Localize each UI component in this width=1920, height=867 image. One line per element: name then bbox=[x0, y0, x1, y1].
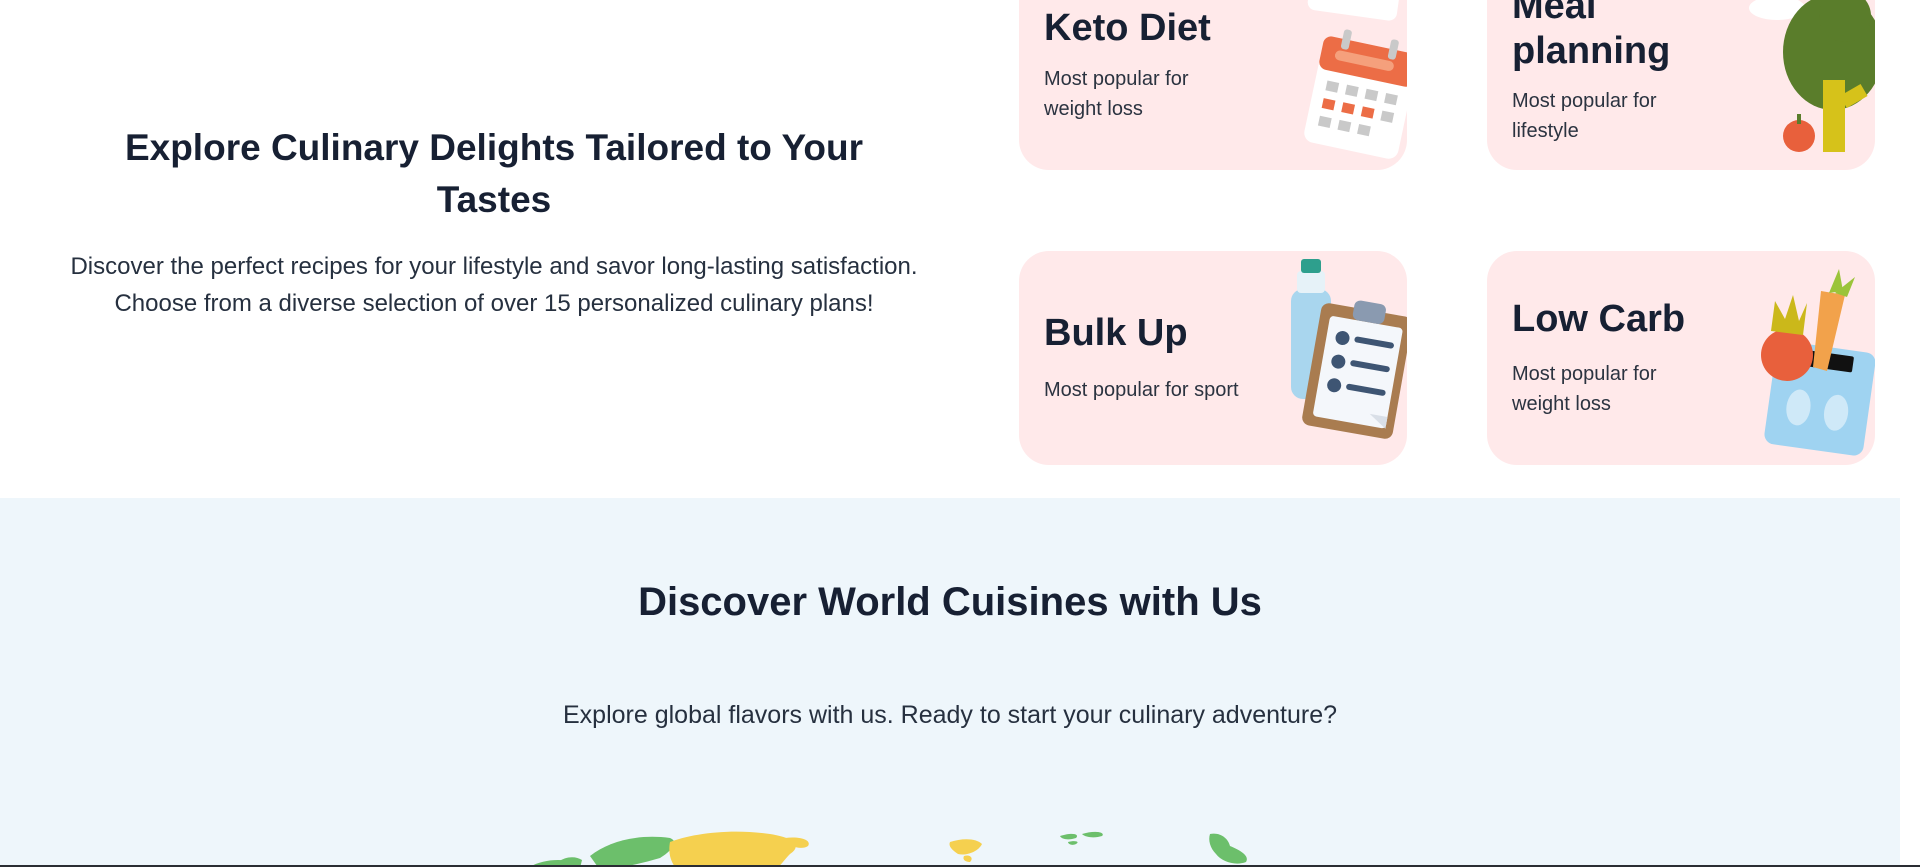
culinary-plans-section: Explore Culinary Delights Tailored to Yo… bbox=[0, 0, 1920, 498]
world-cuisines-section: Discover World Cuisines with Us Explore … bbox=[0, 498, 1900, 867]
tree-icon bbox=[1749, 0, 1875, 152]
plan-card-meal-planning-description: Most popular for lifestyle bbox=[1512, 90, 1657, 142]
plan-card-low-carb-title: Low Carb bbox=[1512, 298, 1686, 340]
plan-card-bulk-up-title: Bulk Up bbox=[1044, 312, 1188, 354]
plan-card-low-carb[interactable]: Low Carb Most popular for weight loss bbox=[1487, 251, 1875, 465]
plans-heading: Explore Culinary Delights Tailored to Yo… bbox=[124, 127, 864, 220]
plan-card-keto-title: Keto Diet bbox=[1044, 7, 1211, 49]
plan-card-keto-description: Most popular for weight loss bbox=[1044, 68, 1189, 120]
plans-description: Discover the perfect recipes for your li… bbox=[70, 253, 918, 317]
world-cuisines-subtitle: Explore global flavors with us. Ready to… bbox=[563, 701, 1337, 729]
page: Explore Culinary Delights Tailored to Yo… bbox=[0, 0, 1920, 867]
calendar-icon bbox=[1304, 0, 1407, 159]
plan-card-keto[interactable]: Keto Diet Most popular for weight loss bbox=[1019, 0, 1407, 170]
world-map-image bbox=[529, 831, 1247, 867]
plan-card-bulk-up[interactable]: Bulk Up Most popular for sport bbox=[1019, 251, 1407, 465]
plan-card-meal-planning-title: Meal planning bbox=[1512, 0, 1671, 72]
plan-card-low-carb-description: Most popular for weight loss bbox=[1512, 363, 1657, 415]
plan-card-meal-planning[interactable]: Meal planning Most popular for lifestyle bbox=[1487, 0, 1875, 170]
clipboard-icon bbox=[1291, 259, 1407, 439]
scale-vegetables-icon bbox=[1761, 269, 1875, 456]
plan-card-bulk-up-description: Most popular for sport bbox=[1044, 379, 1239, 401]
world-cuisines-heading: Discover World Cuisines with Us bbox=[638, 580, 1262, 624]
page-right-gutter bbox=[1900, 498, 1920, 867]
plans-intro: Explore Culinary Delights Tailored to Yo… bbox=[64, 122, 924, 322]
